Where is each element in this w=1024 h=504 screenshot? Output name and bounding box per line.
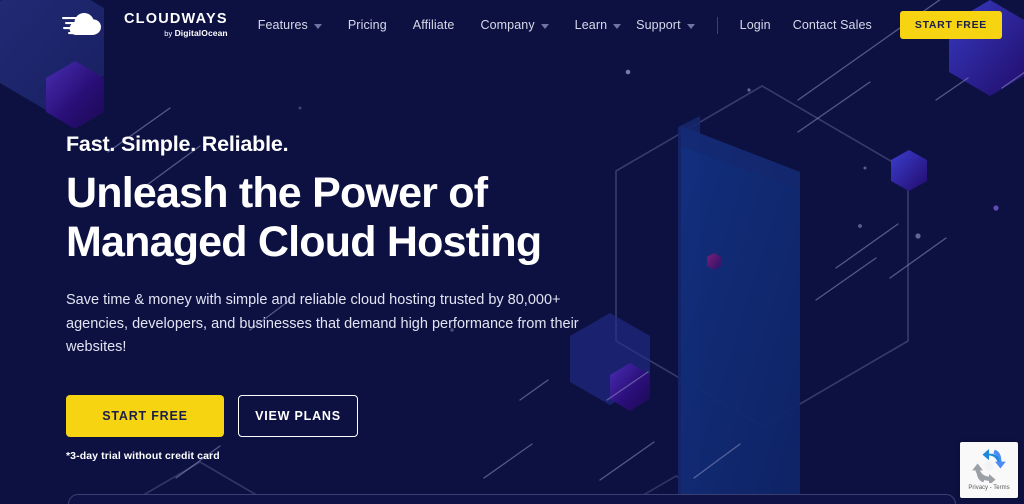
logo-name: CLOUDWAYS: [124, 11, 228, 27]
nav-item-affiliate[interactable]: Affiliate: [413, 18, 455, 32]
logo-wordmark: CLOUDWAYS by DigitalOcean: [124, 12, 228, 38]
hero-section: Fast. Simple. Reliable. Unleash the Powe…: [66, 132, 646, 462]
nav-item-features[interactable]: Features: [258, 18, 322, 32]
chevron-down-icon: [540, 23, 549, 29]
hero-subtitle: Save time & money with simple and reliab…: [66, 292, 579, 355]
nav-label: Learn: [574, 18, 608, 32]
nav-label: Company: [480, 18, 535, 32]
bottom-panel-edge: [68, 494, 956, 504]
nav-item-learn[interactable]: Learn: [574, 18, 622, 32]
site-header: CLOUDWAYS by DigitalOcean Features Prici…: [0, 0, 1024, 50]
hero-title-line-2: Managed Cloud Hosting: [66, 218, 542, 267]
logo-subtitle: by DigitalOcean: [164, 27, 228, 38]
hero-title: Unleash the Power of Managed Cloud Hosti…: [66, 169, 586, 267]
chevron-down-icon: [686, 23, 695, 29]
nav-label: Features: [257, 18, 308, 32]
cloud-speed-icon: [62, 13, 101, 35]
nav-label: Pricing: [347, 18, 387, 32]
recaptcha-badge[interactable]: Privacy - Terms: [960, 442, 1018, 498]
hero-start-free-button[interactable]: START FREE: [66, 395, 224, 438]
nav-item-pricing[interactable]: Pricing: [348, 18, 387, 32]
page-root: CLOUDWAYS by DigitalOcean Features Prici…: [0, 0, 1024, 504]
nav-item-support[interactable]: Support: [636, 18, 695, 32]
cloudways-logo[interactable]: CLOUDWAYS by DigitalOcean: [62, 11, 228, 39]
nav-item-contact-sales[interactable]: Contact Sales: [793, 18, 872, 32]
recaptcha-privacy-terms[interactable]: Privacy - Terms: [968, 485, 1009, 491]
nav-item-company[interactable]: Company: [480, 18, 549, 32]
chevron-down-icon: [613, 23, 622, 29]
nav-divider: [716, 16, 718, 34]
nav-item-login[interactable]: Login: [740, 18, 771, 32]
recaptcha-icon: [972, 449, 1006, 483]
nav-label: Support: [636, 18, 681, 32]
hero-cta-group: START FREE VIEW PLANS: [66, 395, 646, 438]
hero-eyebrow: Fast. Simple. Reliable.: [66, 132, 289, 156]
hero-title-line-1: Unleash the Power of: [66, 169, 488, 217]
nav-label: Contact Sales: [792, 18, 872, 32]
nav-label: Login: [739, 18, 771, 32]
hero-view-plans-button[interactable]: VIEW PLANS: [238, 395, 358, 438]
hero-trial-note: *3-day trial without credit card: [66, 450, 220, 463]
header-start-free-button[interactable]: START FREE: [899, 11, 1002, 39]
nav-label: Affiliate: [412, 18, 455, 32]
main-navigation: Features Pricing Affiliate Company Learn: [258, 18, 622, 32]
chevron-down-icon: [313, 23, 322, 29]
utility-navigation: Support Login Contact Sales START FREE: [636, 11, 1002, 39]
